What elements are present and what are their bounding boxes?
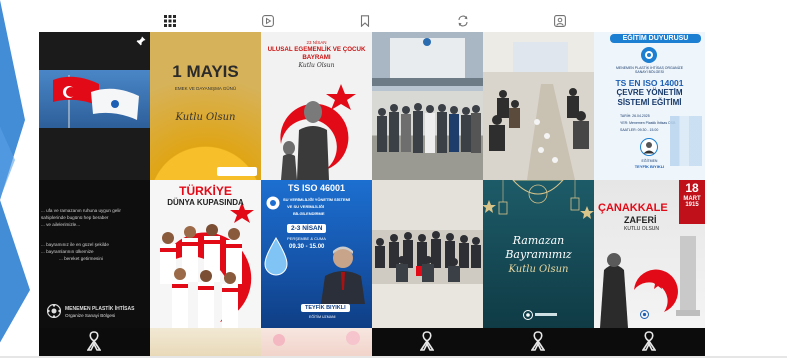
org-logo xyxy=(217,167,257,176)
reels-icon xyxy=(261,15,274,27)
black-ribbon-icon xyxy=(531,331,545,351)
org-logo-icon xyxy=(640,310,649,319)
egitim-title1: TS EN ISO 14001 xyxy=(615,78,684,88)
iso-presenter: TEYFİK BIYIKLI xyxy=(301,304,350,312)
pin-icon xyxy=(136,36,146,46)
tab-saved[interactable] xyxy=(345,10,385,32)
post-ts-iso-46001[interactable]: TS ISO 46001 SU VERİMLİLİĞİ YÖNETİM SİST… xyxy=(261,180,372,328)
post-text-message[interactable]: ... ufa ve ramazanın ruhuna uygun gelir … xyxy=(39,180,150,328)
egitim-title2: ÇEVRE YÖNETİM xyxy=(616,88,683,97)
black-ribbon-icon xyxy=(87,331,101,351)
post-partial-4[interactable] xyxy=(372,328,483,357)
post-partial-2[interactable] xyxy=(150,328,261,357)
mayis-script: Kutlu Olsun xyxy=(175,112,236,123)
posts-grid: 1 MAYIS EMEK VE DAYANIŞMA GÜNÜ Kutlu Ols… xyxy=(39,32,705,357)
post-group-photo[interactable] xyxy=(372,32,483,180)
tab-reposts[interactable] xyxy=(443,10,483,32)
textpost-line2: sahiplerinde bugünü hep beraber xyxy=(41,215,109,220)
org-logo-icon xyxy=(47,304,61,318)
players-image xyxy=(160,224,242,328)
post-partial-5[interactable] xyxy=(483,328,594,357)
org-logo-icon xyxy=(523,310,533,320)
textpost-line1: ... ufa ve ramazanın ruhuna uygun gelir xyxy=(41,208,121,213)
post-meeting[interactable] xyxy=(483,32,594,180)
post-1-mayis[interactable]: 1 MAYIS EMEK VE DAYANIŞMA GÜNÜ Kutlu Ols… xyxy=(150,32,261,180)
post-partial-3[interactable] xyxy=(261,328,372,357)
org-logo-icon xyxy=(641,47,657,63)
conference-image xyxy=(372,180,483,328)
egitim-skyline xyxy=(670,116,702,166)
iso-day: PERŞEMBE & CUMA xyxy=(287,236,326,241)
presenter-photo xyxy=(321,246,365,304)
textpost-org1: MENEMEN PLASTİK İHTİSAS xyxy=(65,306,135,312)
egitim-banner: EĞİTİM DUYURUSU xyxy=(610,34,701,43)
mayis-subtitle: EMEK VE DAYANIŞMA GÜNÜ xyxy=(174,86,237,91)
textpost-line3: ... ve ailelerimizle... xyxy=(41,222,81,227)
egitim-date: TARİH: 26.04.2025 xyxy=(620,114,650,118)
post-partial-6[interactable] xyxy=(594,328,705,357)
ramazan-line1: Ramazan xyxy=(512,234,565,247)
ataturk-image xyxy=(280,84,356,180)
black-ribbon-icon xyxy=(642,331,656,351)
tagged-icon xyxy=(554,15,566,27)
egitim-org: MENEMEN PLASTİK İHTİSAS ORGANİZE SANAYİ … xyxy=(615,66,684,74)
egitim-hours: SAATLER: 09.30 - 15.00 xyxy=(620,128,659,132)
textpost-org2: Organize Sanayi Bölgesi xyxy=(65,313,116,318)
egitim-place: YER: Menemen Plastik İhtisas OSB xyxy=(620,121,676,125)
water-drop-icon xyxy=(264,237,288,276)
iso-sub2: VE SU VERİMLİLİĞİ xyxy=(287,204,325,209)
iso-sub3: BİLGİLENDİRME xyxy=(293,211,325,216)
post-partial-1[interactable] xyxy=(39,328,150,357)
tab-reels[interactable] xyxy=(248,10,288,32)
post-egitim-duyurusu[interactable]: EĞİTİM DUYURUSU MENEMEN PLASTİK İHTİSAS … xyxy=(594,32,705,180)
group-photo-image xyxy=(372,32,483,153)
org-logo-icon xyxy=(266,196,280,210)
bookmark-icon xyxy=(360,15,370,27)
iso-role: EĞİTİM UZMANI xyxy=(309,315,336,319)
ramazan-line2: Bayramımız xyxy=(505,248,572,261)
black-ribbon-icon xyxy=(420,331,434,351)
meeting-image xyxy=(483,32,594,180)
flags-image xyxy=(53,75,139,128)
egitim-title3: SİSTEMİ EĞİTİMİ xyxy=(617,98,682,107)
textpost-line4: ... bayramınız ile en güzel şekilde xyxy=(41,242,109,247)
textpost-line5: ... bayramlarının ülkemize xyxy=(41,249,94,254)
canakkale-image xyxy=(600,236,700,328)
textpost-line6: ... bereket getirmesini xyxy=(59,256,103,261)
mayis-title: 1 MAYIS xyxy=(172,62,239,81)
ramazan-line3: Kutlu Olsun xyxy=(508,264,569,275)
iso-title: TS ISO 46001 xyxy=(287,183,346,193)
post-flags[interactable] xyxy=(39,32,150,180)
decorative-shape xyxy=(0,0,30,343)
tab-tagged[interactable] xyxy=(540,10,580,32)
profile-tabs xyxy=(146,10,580,34)
post-conference[interactable] xyxy=(372,180,483,328)
iso-sub1: SU VERİMLİLİĞİ YÖNETİM SİSTEMİ xyxy=(283,197,351,202)
tab-posts[interactable] xyxy=(146,10,194,34)
scroll-edge xyxy=(0,356,787,358)
org-logo-text xyxy=(535,313,557,316)
flowers-image xyxy=(273,331,360,346)
post-canakkale-zaferi[interactable]: ÇANAKKALE ZAFERİ KUTLU OLSUN 18 MART 191… xyxy=(594,180,705,328)
presenter-avatar xyxy=(640,138,658,156)
post-turkiye-dunya-kupasi[interactable]: TÜRKİYE DÜNYA KUPASINDA xyxy=(150,180,261,328)
iso-date: 2-3 NİSAN xyxy=(287,224,327,233)
grid-icon xyxy=(164,15,176,27)
post-23-nisan[interactable]: 23 NİSAN ULUSAL EGEMENLİK VE ÇOCUK BAYRA… xyxy=(261,32,372,180)
repost-icon xyxy=(457,15,468,27)
post-ramazan-bayrami[interactable]: Ramazan Bayramımız Kutlu Olsun xyxy=(483,180,594,328)
